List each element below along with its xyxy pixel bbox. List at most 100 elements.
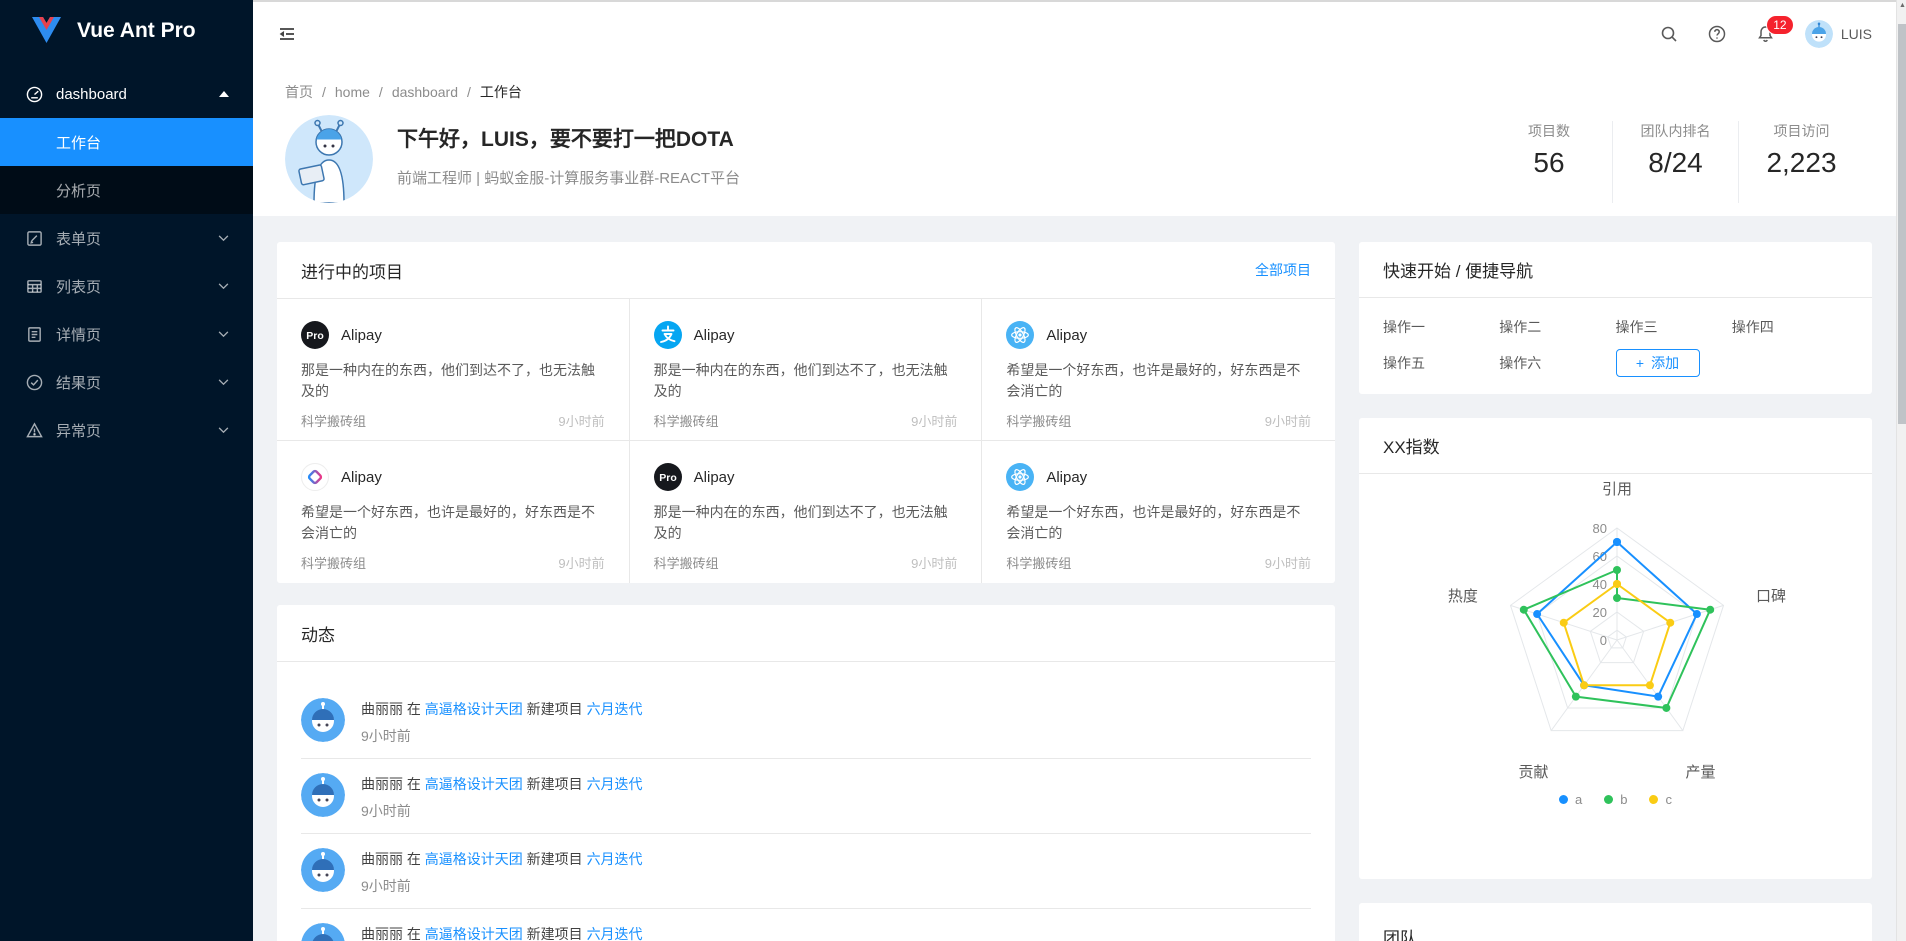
project-title[interactable]: Alipay [341,327,382,344]
quick-link-2[interactable]: 操作二 [1499,312,1615,342]
activity-user[interactable]: 曲丽丽 [361,851,403,867]
user-menu[interactable]: LUIS [1805,20,1872,48]
app-logo[interactable]: Vue Ant Pro [0,0,253,62]
stat-value: 2,223 [1753,146,1850,180]
activity-time: 9小时前 [361,726,643,746]
search-icon[interactable] [1660,25,1678,43]
notification-badge: 12 [1766,15,1794,35]
activity-avatar[interactable] [301,923,345,941]
activity-project-link[interactable]: 六月迭代 [587,926,643,941]
sidebar-item-result[interactable]: 结果页 [0,358,253,406]
scrollbar-thumb[interactable] [1898,24,1906,424]
quick-link-1[interactable]: 操作一 [1383,312,1499,342]
svg-text:Pro: Pro [659,472,677,484]
activity-avatar[interactable] [301,698,345,742]
sidebar-menu: dashboard 工作台 分析页 表单页 [0,62,253,454]
chevron-down-icon [218,427,229,434]
activity-team-link[interactable]: 高逼格设计天团 [425,701,523,717]
sidebar-item-analysis[interactable]: 分析页 [0,166,253,214]
legend-item-b[interactable]: b [1604,792,1627,807]
project-card[interactable]: Alipay 希望是一个好东西，也许是最好的，好东西是不会消亡的 科学搬砖组 9… [277,441,630,583]
project-title[interactable]: Alipay [341,469,382,486]
activity-team-link[interactable]: 高逼格设计天团 [425,851,523,867]
quick-link-4[interactable]: 操作四 [1732,312,1848,342]
activity-action: 新建项目 [527,776,583,792]
project-card[interactable]: Pro Alipay 那是一种内在的东西，他们到达不了，也无法触及的 科学搬砖组… [277,299,630,441]
sidebar-item-profile[interactable]: 详情页 [0,310,253,358]
breadcrumb-item[interactable]: home [335,84,370,100]
sidebar: Vue Ant Pro dashboard 工作台 分析页 [0,0,253,941]
quick-link-3[interactable]: 操作三 [1616,312,1732,342]
sidebar-item-forms[interactable]: 表单页 [0,214,253,262]
project-desc: 那是一种内在的东西，他们到达不了，也无法触及的 [654,502,958,544]
project-group-link[interactable]: 科学搬砖组 [654,411,719,430]
project-card[interactable]: Pro Alipay 那是一种内在的东西，他们到达不了，也无法触及的 科学搬砖组… [630,441,983,583]
sidebar-item-dashboard[interactable]: dashboard [0,70,253,118]
activity-item: 曲丽丽 在 高逼格设计天团 新建项目 六月迭代 9小时前 [301,759,1311,834]
activity-team-link[interactable]: 高逼格设计天团 [425,776,523,792]
legend-item-a[interactable]: a [1559,792,1582,807]
activity-item: 曲丽丽 在 高逼格设计天团 新建项目 六月迭代 9小时前 [301,834,1311,909]
activity-avatar[interactable] [301,848,345,892]
svg-text:Pro: Pro [306,330,324,342]
quick-nav-title: 快速开始 / 便捷导航 [1383,257,1533,282]
sidebar-item-exception[interactable]: 异常页 [0,406,253,454]
activity-user[interactable]: 曲丽丽 [361,926,403,941]
activities-card: 动态 曲丽丽 在 高逼格设计天团 新建项目 六月迭代 [277,605,1335,941]
sidebar-item-lists[interactable]: 列表页 [0,262,253,310]
project-card[interactable]: Alipay 希望是一个好东西，也许是最好的，好东西是不会消亡的 科学搬砖组 9… [982,299,1335,441]
breadcrumb-item[interactable]: dashboard [392,84,458,100]
notification-bell-icon[interactable]: 12 [1756,25,1775,44]
project-group-link[interactable]: 科学搬砖组 [301,553,366,572]
svg-text:0: 0 [1600,633,1607,648]
activity-connector: 在 [407,776,421,792]
scrollbar-up-arrow[interactable]: ▲ [1899,2,1906,9]
svg-text:80: 80 [1593,521,1607,536]
alipay-icon [654,321,682,349]
project-updated-time: 9小时前 [1265,411,1311,430]
page-header: 首页/home/dashboard/工作台 下午好，LUIS，要不要打一把DOT… [253,66,1896,216]
quick-nav-card: 快速开始 / 便捷导航 操作一 操作二 操作三 操作四 操作五 操作六 + 添加 [1359,242,1872,394]
activities-list: 曲丽丽 在 高逼格设计天团 新建项目 六月迭代 9小时前 [277,662,1335,941]
all-projects-link[interactable]: 全部项目 [1255,260,1311,280]
page-greeting: 下午好，LUIS，要不要打一把DOTA [397,123,740,153]
activity-project-link[interactable]: 六月迭代 [587,701,643,717]
sidebar-item-workplace[interactable]: 工作台 [0,118,253,166]
team-card: 团队 [1359,903,1872,941]
project-title[interactable]: Alipay [694,469,735,486]
page-scrollbar[interactable]: ▲ [1896,0,1906,941]
activity-item: 曲丽丽 在 高逼格设计天团 新建项目 六月迭代 9小时前 [301,909,1311,941]
project-group-link[interactable]: 科学搬砖组 [1006,411,1071,430]
sidebar-item-label: 工作台 [56,132,101,153]
chevron-up-icon [219,91,229,97]
breadcrumb: 首页/home/dashboard/工作台 [285,82,1864,102]
project-card[interactable]: Alipay 那是一种内在的东西，他们到达不了，也无法触及的 科学搬砖组 9小时… [630,299,983,441]
legend-item-c[interactable]: c [1649,792,1672,807]
activity-project-link[interactable]: 六月迭代 [587,776,643,792]
activity-project-link[interactable]: 六月迭代 [587,851,643,867]
project-group-link[interactable]: 科学搬砖组 [1006,553,1071,572]
project-title[interactable]: Alipay [1046,327,1087,344]
project-card[interactable]: Alipay 希望是一个好东西，也许是最好的，好东西是不会消亡的 科学搬砖组 9… [982,441,1335,583]
stat-projects: 项目数 56 [1486,121,1612,203]
activity-user[interactable]: 曲丽丽 [361,776,403,792]
quick-link-5[interactable]: 操作五 [1383,348,1499,378]
project-desc: 希望是一个好东西，也许是最好的，好东西是不会消亡的 [1006,502,1311,544]
activity-team-link[interactable]: 高逼格设计天团 [425,926,523,941]
add-button[interactable]: + 添加 [1616,349,1700,377]
project-title[interactable]: Alipay [694,327,735,344]
legend-dot [1559,795,1568,804]
breadcrumb-current: 工作台 [480,84,522,100]
breadcrumb-item-home[interactable]: 首页 [285,84,313,100]
project-updated-time: 9小时前 [1265,553,1311,572]
menu-fold-icon[interactable] [277,24,297,44]
activity-avatar[interactable] [301,773,345,817]
project-desc: 希望是一个好东西，也许是最好的，好东西是不会消亡的 [1006,360,1311,402]
activity-user[interactable]: 曲丽丽 [361,701,403,717]
activity-item: 曲丽丽 在 高逼格设计天团 新建项目 六月迭代 9小时前 [301,684,1311,759]
help-icon[interactable] [1708,25,1726,43]
project-title[interactable]: Alipay [1046,469,1087,486]
project-group-link[interactable]: 科学搬砖组 [654,553,719,572]
project-group-link[interactable]: 科学搬砖组 [301,411,366,430]
quick-link-6[interactable]: 操作六 [1499,348,1615,378]
